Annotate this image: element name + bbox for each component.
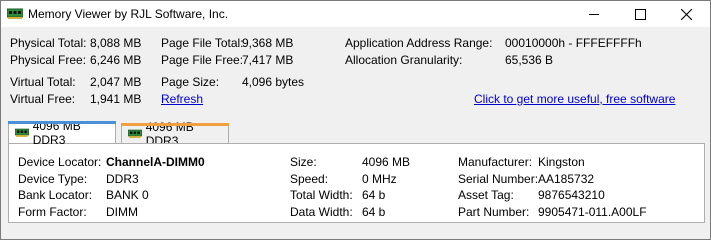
device-type-value: DDR3 — [106, 172, 139, 186]
device-locator-value: ChannelA-DIMM0 — [106, 155, 205, 169]
speed-value: 0 MHz — [362, 172, 397, 186]
page-file-total-value: 9,368 MB — [242, 36, 294, 50]
manufacturer-label: Manufacturer: — [458, 155, 533, 169]
title-bar[interactable]: Memory Viewer by RJL Software, Inc. — [1, 1, 710, 27]
physical-free-label: Physical Free: — [10, 53, 87, 67]
size-label: Size: — [290, 155, 317, 169]
ram-stick-icon — [128, 129, 142, 138]
minimize-button[interactable] — [571, 1, 617, 27]
data-width-value: 64 b — [362, 205, 386, 219]
app-address-range-label: Application Address Range: — [345, 36, 493, 50]
bank-locator-label: Bank Locator: — [18, 188, 93, 202]
virtual-free-label: Virtual Free: — [10, 92, 76, 106]
part-number-value: 9905471-011.A00LF — [538, 205, 647, 219]
minimize-icon — [589, 13, 599, 15]
form-factor-value: DIMM — [106, 205, 138, 219]
virtual-total-label: Virtual Total: — [10, 75, 76, 89]
physical-total-value: 8,088 MB — [90, 36, 142, 50]
tab-accent — [121, 123, 229, 126]
tab-accent — [8, 121, 116, 124]
serial-number-value: AA185732 — [538, 172, 595, 186]
virtual-total-value: 2,047 MB — [90, 75, 142, 89]
physical-free-value: 6,246 MB — [90, 53, 142, 67]
serial-number-label: Serial Number: — [458, 172, 539, 186]
memory-chip-icon — [6, 7, 24, 20]
module-details-panel: Device Locator: ChannelA-DIMM0 Device Ty… — [8, 143, 705, 223]
physical-total-label: Physical Total: — [10, 36, 87, 50]
allocation-granularity-value: 65,536 B — [505, 53, 554, 67]
window-title: Memory Viewer by RJL Software, Inc. — [28, 7, 229, 21]
device-type-label: Device Type: — [18, 172, 88, 186]
tab-memory-module-1[interactable]: 4096 MB DDR3 — [8, 119, 116, 147]
form-factor-label: Form Factor: — [18, 205, 87, 219]
virtual-free-value: 1,941 MB — [90, 92, 142, 106]
total-width-value: 64 b — [362, 188, 386, 202]
page-file-total-label: Page File Total: — [161, 36, 244, 50]
manufacturer-value: Kingston — [538, 155, 585, 169]
page-file-free-value: 7,417 MB — [242, 53, 294, 67]
page-file-free-label: Page File Free: — [161, 53, 244, 67]
close-button[interactable] — [663, 1, 709, 27]
data-width-label: Data Width: — [290, 205, 353, 219]
total-width-label: Total Width: — [290, 188, 353, 202]
allocation-granularity-label: Allocation Granularity: — [345, 53, 463, 67]
promo-link[interactable]: Click to get more useful, free software — [474, 92, 675, 106]
app-window: Memory Viewer by RJL Software, Inc. Phys… — [0, 0, 711, 240]
tab-memory-module-2[interactable]: 4096 MB DDR3 — [121, 120, 229, 148]
app-address-range-value: 00010000h - FFFEFFFFh — [505, 36, 642, 50]
speed-label: Speed: — [290, 172, 329, 186]
ram-stick-icon — [15, 128, 29, 137]
page-size-label: Page Size: — [161, 75, 220, 89]
maximize-button[interactable] — [617, 1, 663, 27]
maximize-icon — [634, 8, 646, 20]
page-size-value: 4,096 bytes — [242, 75, 305, 89]
close-icon — [680, 8, 692, 20]
part-number-label: Part Number: — [458, 205, 530, 219]
asset-tag-label: Asset Tag: — [458, 188, 514, 202]
device-locator-label: Device Locator: — [18, 155, 102, 169]
size-value: 4096 MB — [362, 155, 411, 169]
bank-locator-value: BANK 0 — [106, 188, 149, 202]
asset-tag-value: 9876543210 — [538, 188, 605, 202]
refresh-link[interactable]: Refresh — [161, 92, 203, 106]
